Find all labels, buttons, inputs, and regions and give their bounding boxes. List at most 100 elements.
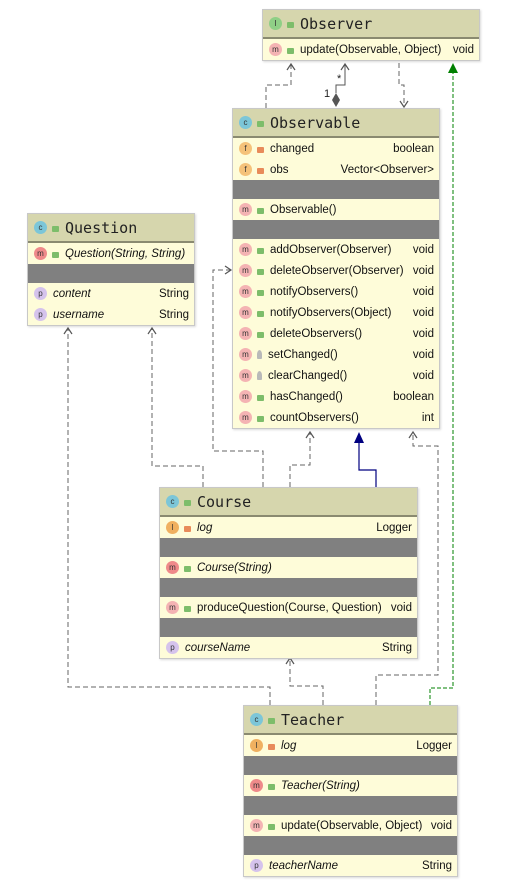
member-name: Teacher(String) — [281, 779, 360, 792]
member-name: courseName — [185, 641, 251, 654]
member-row[interactable]: m notifyObservers(Object) void — [233, 302, 439, 323]
member-row[interactable]: m Teacher(String) — [244, 775, 457, 796]
class-course[interactable]: c Course l log Logger m Course(String) m produce… — [159, 487, 418, 659]
member-name: clearChanged() — [268, 369, 348, 382]
member-row[interactable]: l log Logger — [160, 517, 417, 538]
member-name: produceQuestion(Course, Question) — [197, 601, 382, 614]
protected-visibility-icon — [257, 350, 262, 359]
member-name: Course(String) — [197, 561, 272, 574]
member-name: hasChanged() — [270, 390, 343, 403]
member-name: addObserver(Observer) — [270, 243, 392, 256]
member-type: void — [412, 327, 434, 340]
member-row[interactable]: m produceQuestion(Course, Question) void — [160, 597, 417, 618]
member-name: deleteObserver(Observer) — [270, 264, 404, 277]
edge-course-observable-inheritance — [358, 442, 377, 487]
edge-observer-observable-dependency — [398, 63, 405, 107]
class-observable[interactable]: c Observable f changed boolean f obs Vector<Obs… — [232, 108, 440, 429]
member-name: setChanged() — [268, 348, 338, 361]
member-row[interactable]: m deleteObservers() void — [233, 323, 439, 344]
member-row[interactable]: p courseName String — [160, 637, 417, 658]
class-header[interactable]: I Observer — [263, 10, 479, 39]
constructor-icon: m — [34, 247, 47, 260]
protected-visibility-icon — [257, 371, 262, 380]
member-type: String — [421, 859, 452, 872]
member-type: int — [421, 411, 434, 424]
member-row[interactable]: p teacherName String — [244, 855, 457, 876]
section-separator — [244, 796, 457, 815]
logger-field-icon: l — [250, 739, 263, 752]
member-type: void — [430, 819, 452, 832]
member-name: update(Observable, Object) — [281, 819, 423, 832]
method-icon: m — [239, 390, 252, 403]
member-name: Question(String, String) — [65, 247, 186, 260]
member-name: username — [53, 308, 105, 321]
member-row[interactable]: f changed boolean — [233, 138, 439, 159]
interface-icon: I — [269, 17, 282, 30]
class-observer[interactable]: I Observer m update(Observable, Object) void — [262, 9, 480, 61]
class-header[interactable]: c Course — [160, 488, 417, 517]
multiplicity-target: * — [337, 73, 342, 85]
member-row[interactable]: l log Logger — [244, 735, 457, 756]
method-icon: m — [239, 264, 252, 277]
section-separator — [160, 618, 417, 637]
public-lock-icon — [268, 717, 275, 724]
class-header[interactable]: c Observable — [233, 109, 439, 138]
member-type: Logger — [416, 739, 452, 752]
public-visibility-icon — [184, 565, 191, 572]
member-row[interactable]: p content String — [28, 283, 194, 304]
section-separator — [233, 220, 439, 239]
member-type: Logger — [376, 521, 412, 534]
member-row[interactable]: m Question(String, String) — [28, 243, 194, 264]
method-icon: m — [239, 203, 252, 216]
member-row[interactable]: m setChanged() void — [233, 344, 439, 365]
member-row[interactable]: m hasChanged() boolean — [233, 386, 439, 407]
method-icon: m — [269, 43, 282, 56]
class-header[interactable]: c Teacher — [244, 706, 457, 735]
member-name: countObservers() — [270, 411, 359, 424]
private-visibility-icon — [268, 743, 275, 750]
public-visibility-icon — [52, 251, 59, 258]
public-visibility-icon — [257, 415, 264, 422]
realization-arrowhead — [448, 63, 458, 73]
member-row[interactable]: f obs Vector<Observer> — [233, 159, 439, 180]
private-visibility-icon — [184, 525, 191, 532]
public-lock-icon — [257, 120, 264, 127]
member-row[interactable]: m deleteObserver(Observer) void — [233, 260, 439, 281]
method-icon: m — [239, 285, 252, 298]
public-visibility-icon — [257, 331, 264, 338]
private-visibility-icon — [257, 167, 264, 174]
member-row[interactable]: m clearChanged() void — [233, 365, 439, 386]
member-name: notifyObservers(Object) — [270, 306, 392, 319]
composition-diamond — [332, 93, 340, 107]
public-visibility-icon — [257, 207, 264, 214]
public-lock-icon — [287, 21, 294, 28]
member-row[interactable]: m notifyObservers() void — [233, 281, 439, 302]
member-row[interactable]: p username String — [28, 304, 194, 325]
property-icon: p — [34, 308, 47, 321]
section-separator — [160, 538, 417, 557]
constructor-icon: m — [166, 561, 179, 574]
class-question[interactable]: c Question m Question(String, String) p conte… — [27, 213, 195, 326]
member-row[interactable]: m Course(String) — [160, 557, 417, 578]
public-visibility-icon — [257, 268, 264, 275]
class-teacher[interactable]: c Teacher l log Logger m Teacher(String) m updat… — [243, 705, 458, 877]
property-icon: p — [250, 859, 263, 872]
member-row[interactable]: m countObservers() int — [233, 407, 439, 428]
class-icon: c — [239, 116, 252, 129]
class-name: Observable — [270, 113, 361, 132]
member-row[interactable]: m update(Observable, Object) void — [263, 39, 479, 60]
property-icon: p — [34, 287, 47, 300]
member-name: obs — [270, 163, 289, 176]
property-icon: p — [166, 641, 179, 654]
class-header[interactable]: c Question — [28, 214, 194, 243]
section-separator — [244, 836, 457, 855]
member-row[interactable]: m update(Observable, Object) void — [244, 815, 457, 836]
member-row[interactable]: m addObserver(Observer) void — [233, 239, 439, 260]
edge-course-observable-dependency — [289, 432, 311, 487]
public-visibility-icon — [257, 394, 264, 401]
public-lock-icon — [184, 499, 191, 506]
class-icon: c — [34, 221, 47, 234]
class-name: Course — [197, 492, 252, 511]
member-row[interactable]: m Observable() — [233, 199, 439, 220]
method-icon: m — [239, 306, 252, 319]
